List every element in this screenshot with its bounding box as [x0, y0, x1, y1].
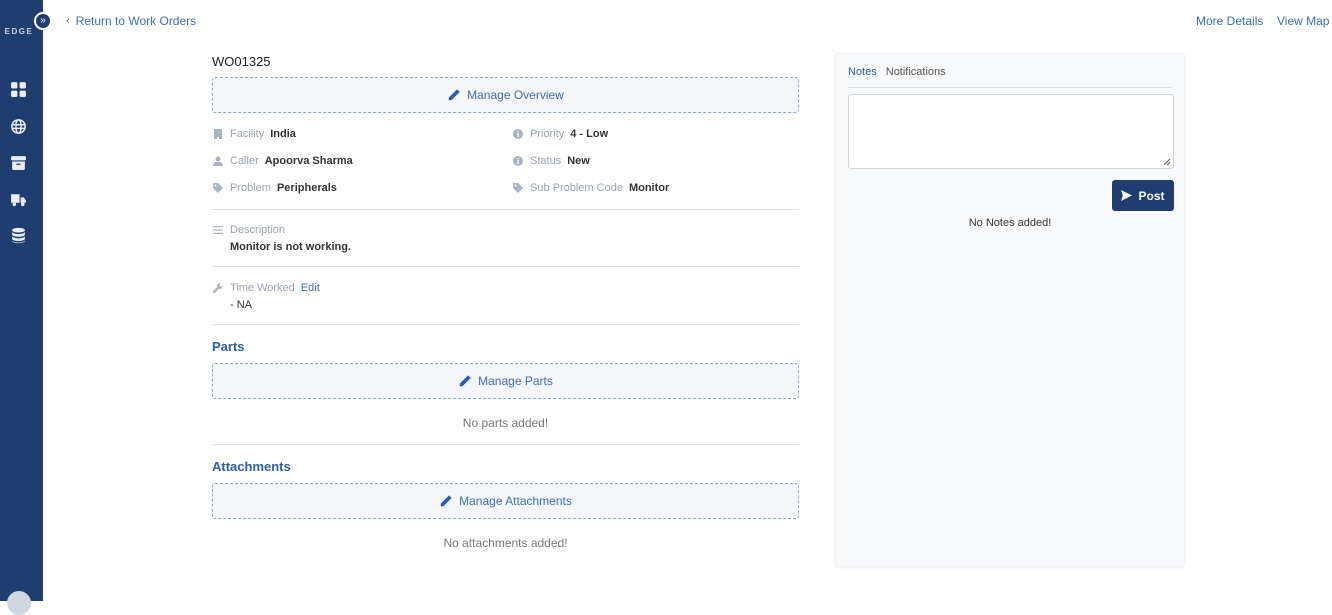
time-worked-section: Time Worked Edit - NA [212, 267, 799, 325]
manage-parts-label: Manage Parts [478, 374, 553, 388]
time-worked-label: Time Worked [230, 282, 295, 294]
sidebar: EDGE [0, 0, 43, 615]
archive-icon[interactable] [9, 153, 27, 171]
status-field: Status New [512, 154, 799, 168]
no-attachments-message: No attachments added! [443, 536, 568, 550]
manage-attachments-label: Manage Attachments [459, 494, 572, 508]
send-icon [1121, 190, 1133, 201]
lines-icon [212, 224, 224, 236]
status-label: Status [530, 155, 562, 167]
description-label: Description [230, 224, 286, 236]
info-icon [512, 128, 524, 140]
time-worked-value: - NA [230, 299, 252, 311]
problem-label: Problem [230, 182, 271, 194]
description-section: Description Monitor is not working. [212, 210, 799, 267]
description-header: Description [212, 223, 799, 237]
status-value: New [567, 155, 590, 167]
notes-input[interactable] [848, 94, 1174, 169]
brand-logo: EDGE [4, 27, 34, 36]
return-label: Return to Work Orders [75, 14, 197, 28]
no-notes-message: No Notes added! [968, 217, 1052, 229]
time-worked-edit-link[interactable]: Edit [301, 282, 320, 294]
caller-field: Caller Apoorva Sharma [212, 154, 512, 168]
pencil-icon [440, 495, 452, 507]
post-button[interactable]: Post [1112, 180, 1174, 211]
pencil-icon [459, 375, 471, 387]
priority-label: Priority [530, 128, 565, 140]
manage-overview-label: Manage Overview [467, 88, 564, 102]
sub-problem-label: Sub Problem Code [530, 182, 623, 194]
no-parts-message: No parts added! [462, 416, 549, 430]
user-icon [212, 155, 224, 167]
time-worked-header: Time Worked Edit [212, 281, 799, 295]
priority-value: 4 - Low [570, 128, 609, 140]
overview-fields: Facility India Priority 4 - Low Caller A… [212, 127, 799, 210]
manage-overview-button[interactable]: Manage Overview [212, 77, 799, 113]
dashboard-icon[interactable] [9, 80, 27, 98]
database-icon[interactable] [9, 226, 27, 244]
resize-handle-icon[interactable] [1163, 158, 1171, 166]
problem-value: Peripherals [276, 182, 337, 194]
post-label: Post [1138, 188, 1165, 203]
manage-parts-button[interactable]: Manage Parts [212, 363, 799, 399]
description-value: Monitor is not working. [230, 241, 351, 253]
sub-problem-field: Sub Problem Code Monitor [512, 181, 799, 195]
avatar[interactable] [7, 591, 31, 615]
tag-icon [212, 182, 224, 194]
more-details-link[interactable]: More Details [1196, 14, 1263, 28]
facility-label: Facility [230, 128, 265, 140]
truck-icon[interactable] [9, 190, 27, 208]
facility-value: India [270, 128, 296, 140]
caller-value: Apoorva Sharma [264, 155, 353, 167]
tab-notes[interactable]: Notes [848, 66, 877, 87]
tab-notifications[interactable]: Notifications [886, 66, 946, 87]
problem-field: Problem Peripherals [212, 181, 512, 195]
view-map-link[interactable]: View Map [1277, 14, 1329, 28]
facility-field: Facility India [212, 127, 512, 141]
info-icon [512, 155, 524, 167]
wrench-icon [212, 282, 224, 294]
parts-title: Parts [212, 339, 245, 354]
chevron-left-icon: ‹ [66, 15, 70, 27]
divider [212, 444, 799, 445]
building-icon [212, 128, 224, 140]
sub-problem-value: Monitor [628, 182, 670, 194]
globe-icon[interactable] [9, 117, 27, 135]
return-to-work-orders-link[interactable]: ‹ Return to Work Orders [66, 14, 196, 28]
work-order-id: WO01325 [212, 54, 271, 69]
panel-tabs: Notes Notifications [848, 66, 1172, 88]
tag-icon [512, 182, 524, 194]
attachments-title: Attachments [212, 459, 291, 474]
priority-field: Priority 4 - Low [512, 127, 799, 141]
manage-attachments-button[interactable]: Manage Attachments [212, 483, 799, 519]
expand-sidebar-button[interactable]: » [34, 12, 52, 30]
pencil-icon [448, 89, 460, 101]
caller-label: Caller [230, 155, 259, 167]
work-order-details: WO01325 Manage Overview Facility India P… [212, 54, 799, 550]
notes-panel: Notes Notifications Post No Notes added! [835, 53, 1185, 567]
